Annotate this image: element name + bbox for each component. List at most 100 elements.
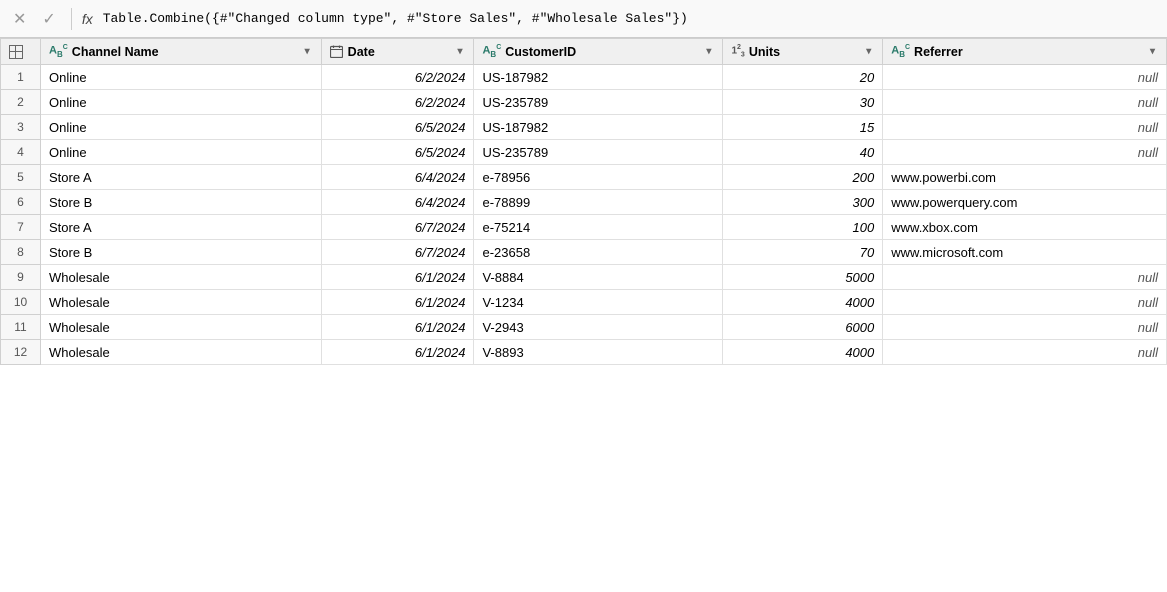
table-row: 4Online6/5/2024US-23578940null [1,140,1167,165]
col-label-units: Units [749,45,859,59]
table-grid-icon [9,45,23,59]
cell-referrer: null [883,115,1167,140]
table-row: 10Wholesale6/1/2024V-12344000null [1,290,1167,315]
cell-referrer: null [883,315,1167,340]
col-type-icon-units: 123 [731,44,744,58]
row-number-cell: 5 [1,165,41,190]
cell-customer-id: e-75214 [474,215,723,240]
cell-customer-id: US-235789 [474,140,723,165]
confirm-button[interactable]: ✓ [37,7,60,31]
cell-units: 15 [723,115,883,140]
cell-referrer: null [883,65,1167,90]
cell-channel-name: Online [41,140,322,165]
cell-referrer: www.powerbi.com [883,165,1167,190]
row-number-cell: 10 [1,290,41,315]
cell-customer-id: US-187982 [474,65,723,90]
cell-referrer: www.xbox.com [883,215,1167,240]
cancel-button[interactable]: ✕ [8,7,31,31]
col-header-units: 123 Units ▾ [723,39,883,65]
cell-referrer: null [883,90,1167,115]
cell-units: 100 [723,215,883,240]
cell-customer-id: V-1234 [474,290,723,315]
row-number-cell: 2 [1,90,41,115]
formula-bar-divider [71,8,72,30]
col-header-date: Date ▾ [321,39,474,65]
cell-customer-id: V-8884 [474,265,723,290]
cell-channel-name: Wholesale [41,340,322,365]
table-row: 8Store B6/7/2024e-2365870www.microsoft.c… [1,240,1167,265]
row-number-cell: 12 [1,340,41,365]
cell-units: 6000 [723,315,883,340]
table-row: 12Wholesale6/1/2024V-88934000null [1,340,1167,365]
cell-referrer: www.microsoft.com [883,240,1167,265]
cell-customer-id: e-78956 [474,165,723,190]
cell-channel-name: Online [41,115,322,140]
table-header-row: ABC Channel Name ▾ [1,39,1167,65]
cell-units: 4000 [723,290,883,315]
col-type-icon-date [330,45,344,58]
cell-date: 6/1/2024 [321,265,474,290]
col-label-referrer: Referrer [914,45,1143,59]
col-dropdown-date[interactable]: ▾ [454,44,465,59]
cell-date: 6/4/2024 [321,190,474,215]
cell-date: 6/1/2024 [321,290,474,315]
table-row: 2Online6/2/2024US-23578930null [1,90,1167,115]
cell-units: 20 [723,65,883,90]
row-number-cell: 7 [1,215,41,240]
formula-bar: ✕ ✓ fx [0,0,1167,38]
cell-customer-id: e-23658 [474,240,723,265]
col-label-customer-id: CustomerID [505,45,699,59]
col-type-icon-referrer: ABC [891,44,910,59]
col-label-channel-name: Channel Name [72,45,298,59]
col-dropdown-units[interactable]: ▾ [863,44,874,59]
cell-customer-id: V-8893 [474,340,723,365]
cell-customer-id: US-187982 [474,115,723,140]
cell-date: 6/1/2024 [321,315,474,340]
cell-units: 30 [723,90,883,115]
cell-referrer: null [883,265,1167,290]
cell-channel-name: Wholesale [41,315,322,340]
cell-channel-name: Store A [41,215,322,240]
cell-channel-name: Store B [41,240,322,265]
table-row: 9Wholesale6/1/2024V-88845000null [1,265,1167,290]
col-header-channel-name: ABC Channel Name ▾ [41,39,322,65]
cell-channel-name: Wholesale [41,290,322,315]
cell-units: 5000 [723,265,883,290]
cell-units: 70 [723,240,883,265]
table-body: 1Online6/2/2024US-18798220null2Online6/2… [1,65,1167,365]
cell-referrer: www.powerquery.com [883,190,1167,215]
cell-channel-name: Store B [41,190,322,215]
table-row: 3Online6/5/2024US-18798215null [1,115,1167,140]
cell-date: 6/5/2024 [321,140,474,165]
table-row: 1Online6/2/2024US-18798220null [1,65,1167,90]
formula-input[interactable] [103,11,1159,26]
cell-channel-name: Online [41,90,322,115]
cell-date: 6/5/2024 [321,115,474,140]
cell-channel-name: Store A [41,165,322,190]
cell-date: 6/1/2024 [321,340,474,365]
cell-units: 40 [723,140,883,165]
cell-units: 4000 [723,340,883,365]
table-row: 6Store B6/4/2024e-78899300www.powerquery… [1,190,1167,215]
cell-date: 6/2/2024 [321,65,474,90]
cell-date: 6/7/2024 [321,240,474,265]
col-header-customer-id: ABC CustomerID ▾ [474,39,723,65]
row-number-cell: 6 [1,190,41,215]
col-dropdown-channel-name[interactable]: ▾ [302,44,313,59]
cell-date: 6/7/2024 [321,215,474,240]
col-type-icon-channel-name: ABC [49,44,68,59]
table-row: 5Store A6/4/2024e-78956200www.powerbi.co… [1,165,1167,190]
cell-customer-id: e-78899 [474,190,723,215]
col-header-referrer: ABC Referrer ▾ [883,39,1167,65]
cell-channel-name: Online [41,65,322,90]
col-dropdown-customer-id[interactable]: ▾ [703,44,714,59]
fx-label: fx [82,11,93,27]
cell-customer-id: V-2943 [474,315,723,340]
cell-date: 6/2/2024 [321,90,474,115]
row-number-cell: 3 [1,115,41,140]
row-number-cell: 4 [1,140,41,165]
cell-units: 300 [723,190,883,215]
cell-referrer: null [883,290,1167,315]
col-label-date: Date [348,45,451,59]
col-dropdown-referrer[interactable]: ▾ [1147,44,1158,59]
